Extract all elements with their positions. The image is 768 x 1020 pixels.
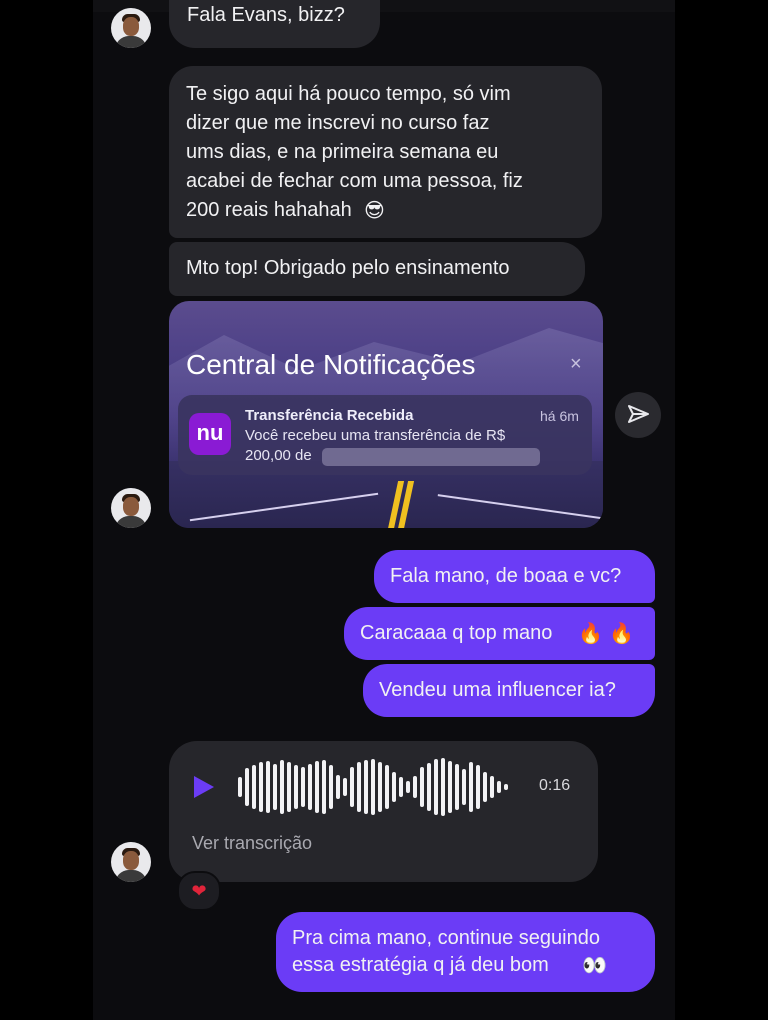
- waveform-bar: [238, 777, 242, 797]
- notification-time: há 6m: [540, 408, 579, 424]
- waveform-bar: [273, 764, 277, 810]
- message-text: Fala mano, de boaa e vc?: [390, 565, 622, 587]
- message-incoming[interactable]: Fala Evans, bizz?: [169, 0, 380, 48]
- message-line: Pra cima mano, continue seguindo: [292, 927, 600, 949]
- waveform-bar: [462, 769, 466, 805]
- audio-waveform[interactable]: [238, 757, 518, 817]
- sunglasses-emoji-icon: 😎: [364, 198, 385, 222]
- waveform-bar: [252, 765, 256, 809]
- waveform-bar: [280, 760, 284, 814]
- waveform-bar: [350, 767, 354, 807]
- waveform-bar: [343, 778, 347, 796]
- heart-reaction[interactable]: ❤: [177, 871, 221, 911]
- message-text: Mto top! Obrigado pelo ensinamento: [186, 257, 510, 279]
- waveform-bar: [364, 760, 368, 814]
- waveform-bar: [476, 765, 480, 809]
- shared-image-card[interactable]: Central de Notificações × nu Transferênc…: [169, 301, 603, 528]
- waveform-bar: [441, 758, 445, 816]
- waveform-bar: [490, 776, 494, 798]
- waveform-bar: [399, 777, 403, 797]
- eyes-emoji-icon: 👀: [582, 953, 607, 977]
- avatar[interactable]: [111, 8, 151, 48]
- nubank-logo: nu: [189, 413, 231, 455]
- chat-screen: Fala Evans, bizz? Te sigo aqui há pouco …: [93, 0, 675, 1020]
- waveform-bar: [406, 781, 410, 793]
- message-outgoing[interactable]: Caracaaa q top mano 🔥 🔥: [344, 607, 655, 660]
- share-button[interactable]: [615, 392, 661, 438]
- notification-body: 200,00 de: [245, 447, 312, 464]
- message-outgoing[interactable]: Pra cima mano, continue seguindo essa es…: [276, 912, 655, 992]
- waveform-bar: [308, 764, 312, 810]
- waveform-bar: [245, 768, 249, 806]
- message-line: Te sigo aqui há pouco tempo, só vim: [186, 83, 511, 105]
- notification-title: Transferência Recebida: [245, 407, 414, 424]
- avatar[interactable]: [111, 842, 151, 882]
- fire-emoji-icon: 🔥 🔥: [578, 621, 635, 645]
- heart-icon: ❤: [191, 881, 207, 901]
- waveform-bar: [448, 761, 452, 813]
- waveform-bar: [427, 763, 431, 811]
- waveform-bar: [434, 759, 438, 815]
- waveform-bar: [455, 764, 459, 810]
- paper-plane-icon: [628, 405, 649, 423]
- waveform-bar: [497, 781, 501, 793]
- waveform-bar: [385, 765, 389, 809]
- waveform-bar: [336, 775, 340, 799]
- waveform-bar: [504, 784, 508, 790]
- waveform-bar: [420, 767, 424, 807]
- waveform-bar: [329, 765, 333, 809]
- message-text: Caracaaa q top mano: [360, 622, 553, 644]
- message-line: ums dias, e na primeira semana eu: [186, 141, 499, 163]
- message-incoming[interactable]: Te sigo aqui há pouco tempo, só vim dize…: [169, 66, 602, 238]
- waveform-bar: [378, 762, 382, 812]
- bank-notification: nu Transferência Recebida há 6m Você rec…: [178, 395, 592, 475]
- play-icon[interactable]: [194, 776, 214, 798]
- message-line: dizer que me inscrevi no curso faz: [186, 112, 490, 134]
- waveform-bar: [301, 767, 305, 807]
- waveform-bar: [392, 772, 396, 802]
- waveform-bar: [357, 762, 361, 812]
- notification-center-title: Central de Notificações: [186, 349, 476, 380]
- audio-message[interactable]: 0:16 Ver transcrição: [169, 741, 598, 882]
- message-outgoing[interactable]: Fala mano, de boaa e vc?: [374, 550, 655, 603]
- message-outgoing[interactable]: Vendeu uma influencer ia?: [363, 664, 655, 717]
- waveform-bar: [259, 762, 263, 812]
- waveform-bar: [371, 759, 375, 815]
- audio-duration: 0:16: [539, 777, 571, 794]
- waveform-bar: [322, 760, 326, 814]
- notification-body: Você recebeu uma transferência de R$: [245, 427, 506, 444]
- message-line: 200 reais hahahah: [186, 199, 352, 221]
- message-line: essa estratégia q já deu bom: [292, 954, 549, 976]
- avatar[interactable]: [111, 488, 151, 528]
- message-text: Vendeu uma influencer ia?: [379, 679, 616, 701]
- view-transcription-link[interactable]: Ver transcrição: [192, 833, 312, 854]
- waveform-bar: [315, 761, 319, 813]
- waveform-bar: [413, 776, 417, 798]
- close-icon: ×: [570, 353, 582, 375]
- waveform-bar: [483, 772, 487, 802]
- waveform-bar: [469, 762, 473, 812]
- blurred-name: [322, 448, 540, 466]
- waveform-bar: [294, 765, 298, 809]
- message-text: Fala Evans, bizz?: [187, 4, 345, 26]
- message-incoming[interactable]: Mto top! Obrigado pelo ensinamento: [169, 242, 585, 296]
- waveform-bar: [287, 762, 291, 812]
- message-line: acabei de fechar com uma pessoa, fiz: [186, 170, 523, 192]
- waveform-bar: [266, 761, 270, 813]
